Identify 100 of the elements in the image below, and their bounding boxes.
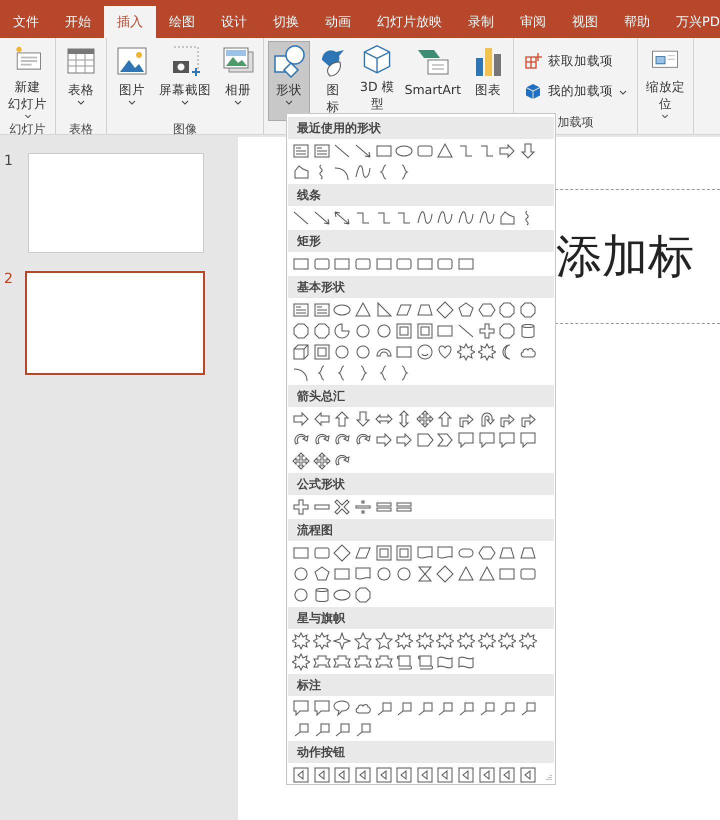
circle-icon[interactable] [374, 564, 393, 582]
burst-icon[interactable] [292, 632, 310, 650]
burst-icon[interactable] [498, 632, 516, 650]
burst-icon[interactable] [292, 652, 310, 670]
text-box-icon[interactable] [292, 142, 310, 160]
ribbon-tab[interactable]: 幻灯片放映 [364, 6, 455, 38]
ribbon-button[interactable]: 获取加载项 [518, 50, 633, 72]
action-button-icon[interactable] [436, 766, 454, 784]
ribbon-tab[interactable]: 设计 [208, 6, 260, 38]
octagon-icon[interactable] [518, 300, 537, 318]
plus-icon[interactable] [478, 322, 496, 340]
ribbon-button[interactable]: 表格 [60, 41, 102, 121]
triangle-icon[interactable] [478, 564, 496, 582]
down-arrow-icon[interactable] [518, 142, 537, 160]
ribbon-banner-icon[interactable] [333, 652, 352, 670]
down-arrow-icon[interactable] [354, 410, 372, 428]
curve-icon[interactable] [457, 208, 476, 226]
right-arrow-icon[interactable] [498, 142, 516, 160]
ribbon-tab[interactable]: 动画 [312, 6, 364, 38]
heart-icon[interactable] [436, 342, 454, 360]
circle-icon[interactable] [292, 586, 310, 604]
scroll-icon[interactable] [395, 652, 414, 670]
frame-icon[interactable] [395, 322, 414, 340]
circle-icon[interactable] [354, 342, 372, 360]
curve-icon[interactable] [436, 208, 454, 226]
action-button-icon[interactable] [312, 766, 331, 784]
action-button-icon[interactable] [518, 766, 537, 784]
ribbon-banner-icon[interactable] [312, 652, 331, 670]
plus-icon[interactable] [292, 498, 310, 516]
pentagon-icon[interactable] [312, 564, 331, 582]
action-button-icon[interactable] [374, 766, 393, 784]
triangle-icon[interactable] [457, 564, 476, 582]
hexagon-icon[interactable] [478, 300, 496, 318]
up-arrow-icon[interactable] [436, 410, 454, 428]
oval-speech-bubble-icon[interactable] [333, 698, 352, 716]
frame-icon[interactable] [395, 544, 414, 562]
action-button-icon[interactable] [354, 766, 372, 784]
ribbon-tab[interactable]: 插入 [104, 6, 156, 38]
slide-thumbnail[interactable] [25, 271, 205, 375]
document-shape-icon[interactable] [436, 544, 454, 562]
line-icon[interactable] [292, 208, 310, 226]
ribbon-tab[interactable]: 审阅 [507, 6, 559, 38]
ribbon-button[interactable]: 缩放定 位 [642, 41, 689, 121]
pentagon-arrow-icon[interactable] [416, 430, 434, 448]
ribbon-tab[interactable]: 绘图 [156, 6, 208, 38]
speech-bubble-icon[interactable] [312, 698, 331, 716]
quad-arrow-icon[interactable] [312, 452, 331, 470]
burst-icon[interactable] [457, 632, 476, 650]
smiley-icon[interactable] [416, 342, 434, 360]
frame-icon[interactable] [374, 544, 393, 562]
scroll-icon[interactable] [416, 652, 434, 670]
star-icon[interactable] [374, 632, 393, 650]
arrow-line-icon[interactable] [354, 142, 372, 160]
speech-bubble-icon[interactable] [457, 430, 476, 448]
multiply-icon[interactable] [333, 498, 352, 516]
quad-arrow-icon[interactable] [292, 452, 310, 470]
ribbon-tab[interactable]: 录制 [455, 6, 507, 38]
action-button-icon[interactable] [395, 766, 414, 784]
action-button-icon[interactable] [416, 766, 434, 784]
right-triangle-icon[interactable] [374, 300, 393, 318]
ribbon-tab[interactable]: 万兴PD [663, 6, 720, 38]
freeform-icon[interactable] [292, 162, 310, 180]
burst-icon[interactable] [416, 632, 434, 650]
arrow-line-icon[interactable] [312, 208, 331, 226]
cylinder-icon[interactable] [518, 322, 537, 340]
burst-icon[interactable] [518, 632, 537, 650]
pentagon-icon[interactable] [457, 300, 476, 318]
ribbon-tab[interactable]: 文件 [0, 6, 52, 38]
divide-icon[interactable] [354, 498, 372, 516]
octagon-icon[interactable] [312, 322, 331, 340]
speech-bubble-icon[interactable] [518, 430, 537, 448]
action-button-icon[interactable] [478, 766, 496, 784]
text-box-icon[interactable] [292, 300, 310, 318]
octagon-icon[interactable] [292, 322, 310, 340]
line-icon[interactable] [333, 142, 352, 160]
four-point-star-icon[interactable] [333, 632, 352, 650]
right-arrow-icon[interactable] [374, 430, 393, 448]
action-button-icon[interactable] [333, 766, 352, 784]
up-arrow-icon[interactable] [333, 410, 352, 428]
ribbon-banner-icon[interactable] [374, 652, 393, 670]
speech-bubble-icon[interactable] [292, 698, 310, 716]
ribbon-tab[interactable]: 视图 [559, 6, 611, 38]
burst-icon[interactable] [478, 342, 496, 360]
curve-icon[interactable] [478, 208, 496, 226]
burst-icon[interactable] [436, 632, 454, 650]
triangle-icon[interactable] [354, 300, 372, 318]
star-icon[interactable] [354, 632, 372, 650]
right-arrow-icon[interactable] [395, 430, 414, 448]
text-box-icon[interactable] [312, 142, 331, 160]
speech-bubble-icon[interactable] [498, 430, 516, 448]
ribbon-button[interactable]: 新建 幻灯片 [4, 41, 51, 121]
circle-icon[interactable] [292, 564, 310, 582]
circle-icon[interactable] [354, 322, 372, 340]
hourglass-icon[interactable] [416, 564, 434, 582]
ribbon-tab[interactable]: 切换 [260, 6, 312, 38]
burst-icon[interactable] [478, 632, 496, 650]
ribbon-tab[interactable]: 帮助 [611, 6, 663, 38]
ribbon-button[interactable]: 我的加载项 [518, 80, 633, 102]
hexagon-icon[interactable] [478, 544, 496, 562]
left-arrow-icon[interactable] [312, 410, 331, 428]
